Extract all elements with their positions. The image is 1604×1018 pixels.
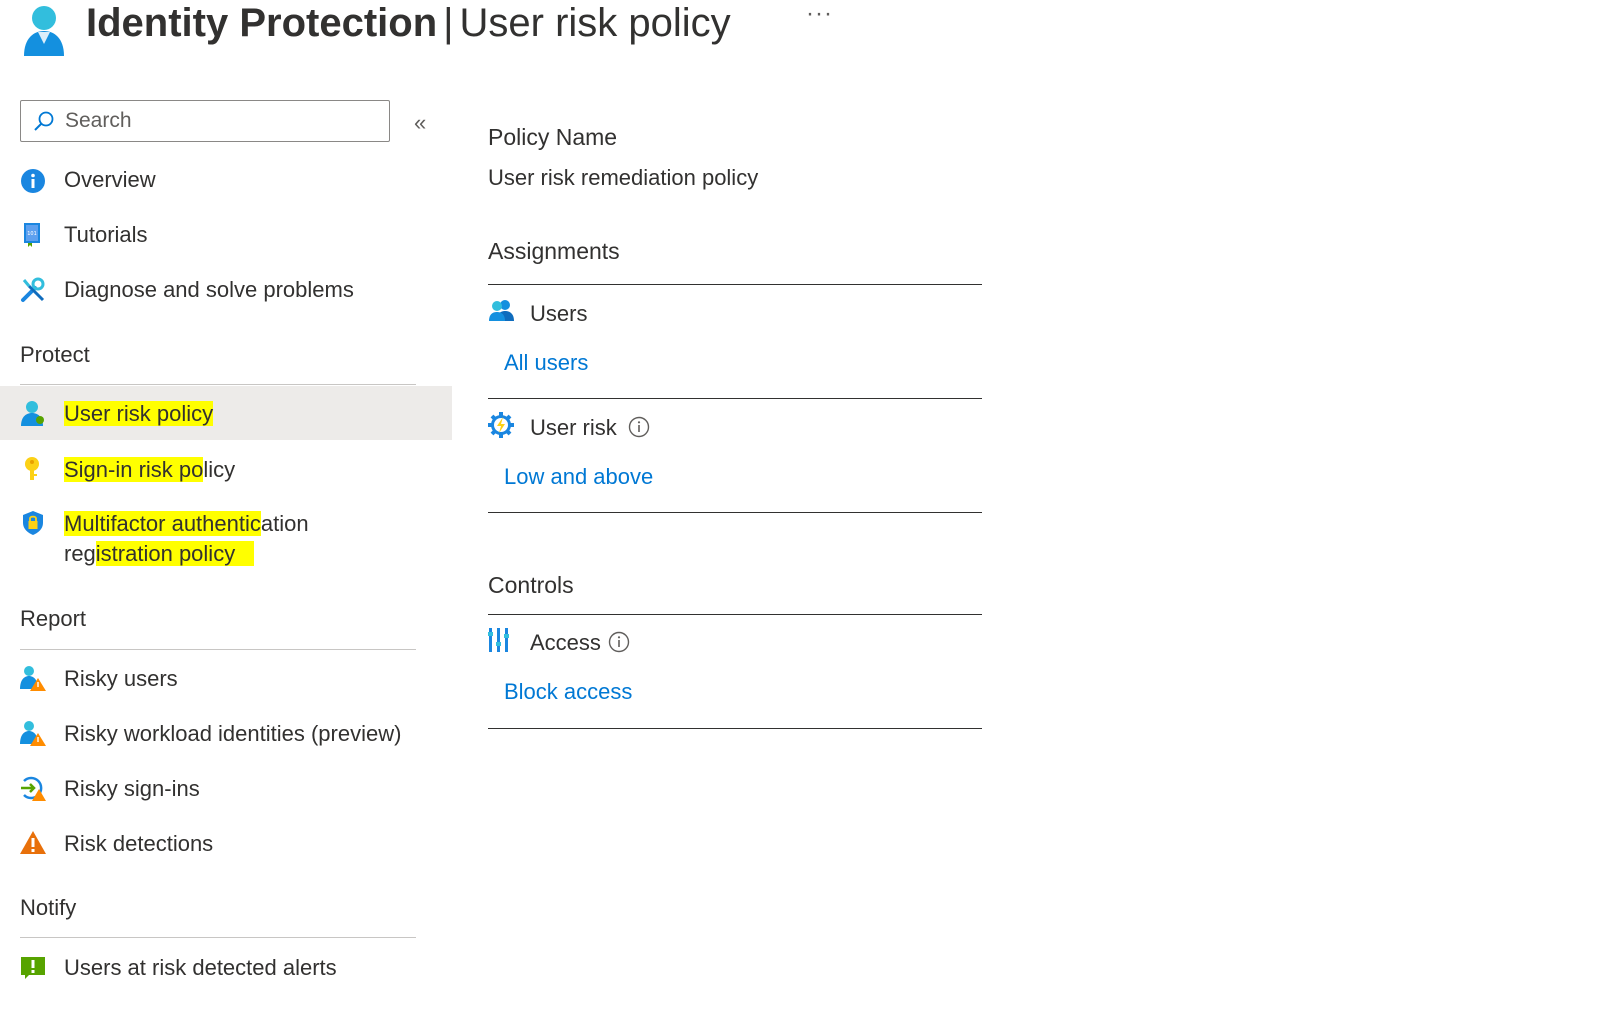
sidebar-item-risky-signins[interactable]: Risky sign-ins <box>0 773 452 807</box>
shield-lock-icon <box>23 511 43 535</box>
sidebar-item-risky-users[interactable]: Risky users <box>0 663 452 697</box>
sidebar-item-label: Risk detections <box>64 831 214 856</box>
sidebar-item-overview[interactable]: Overview <box>0 164 452 198</box>
page-title: Identity Protection | User risk policy <box>86 0 731 46</box>
assignments-heading: Assignments <box>488 238 620 264</box>
section-divider <box>20 937 416 938</box>
user-risk-icon <box>488 412 514 438</box>
alert-icon <box>21 957 45 979</box>
warning-icon <box>20 831 46 854</box>
users-icon <box>489 300 514 321</box>
users-divider <box>488 398 982 399</box>
identity-protection-icon <box>24 6 64 56</box>
section-heading-notify: Notify <box>20 895 77 920</box>
assignments-divider <box>488 284 982 285</box>
sidebar-item-risky-workload-identities[interactable]: Risky workload identities (preview) <box>0 718 452 752</box>
sidebar-item-label: Sign-in risk policy <box>64 457 236 482</box>
user-icon <box>21 401 44 426</box>
sidebar-item-label: Overview <box>64 167 156 192</box>
access-divider <box>488 728 982 729</box>
controls-heading: Controls <box>488 572 574 598</box>
book-icon: 101 <box>24 223 40 247</box>
wrench-icon <box>21 277 45 302</box>
user-risk-value-link[interactable]: Low and above <box>504 464 653 490</box>
section-divider <box>20 384 416 385</box>
key-icon <box>25 457 39 480</box>
svg-text:101: 101 <box>27 231 37 237</box>
risky-user-icon <box>20 666 46 691</box>
user-risk-label: User risk <box>530 415 617 440</box>
sidebar-item-label: Risky workload identities (preview) <box>64 721 402 746</box>
access-info-icon[interactable] <box>608 631 630 653</box>
controls-divider <box>488 614 982 615</box>
access-label: Access <box>530 630 601 655</box>
sidebar-item-signin-risk-policy[interactable]: Sign-in risk policy <box>0 454 452 488</box>
sidebar-item-label: Tutorials <box>64 222 148 247</box>
title-page: User risk policy <box>459 1 731 45</box>
search-box[interactable] <box>20 100 390 142</box>
sidebar-item-diagnose[interactable]: Diagnose and solve problems <box>0 274 452 308</box>
access-controls-icon <box>488 628 509 652</box>
sidebar-item-user-risk-policy[interactable]: User risk policy <box>0 386 452 440</box>
search-input[interactable] <box>65 109 365 133</box>
section-heading-protect: Protect <box>20 342 90 367</box>
sidebar-item-users-at-risk-alerts[interactable]: Users at risk detected alerts <box>0 952 452 986</box>
sidebar-item-label: Risky sign-ins <box>64 776 200 801</box>
sidebar-item-tutorials[interactable]: 101 Tutorials <box>0 219 452 253</box>
users-label: Users <box>530 301 588 326</box>
search-icon <box>34 111 54 131</box>
more-options-button[interactable]: ··· <box>806 0 833 28</box>
sidebar-item-mfa-registration-policy[interactable]: Multifactor authentication registration … <box>0 508 452 572</box>
info-icon <box>21 169 45 193</box>
sidebar-item-label: Diagnose and solve problems <box>64 277 354 302</box>
section-divider <box>20 649 416 650</box>
sidebar-item-label: User risk policy <box>64 401 214 426</box>
section-heading-report: Report <box>20 606 87 631</box>
sidebar-item-label: Risky users <box>64 666 178 691</box>
title-service: Identity Protection <box>86 1 438 45</box>
title-separator: | <box>443 1 454 45</box>
sidebar-item-label-line2: registration policy <box>64 541 254 566</box>
sidebar: « Overview 101 Tutorials <box>0 100 452 1018</box>
policy-name-value: User risk remediation policy <box>488 165 759 190</box>
collapse-sidebar-button[interactable]: « <box>414 110 426 136</box>
page-header: Identity Protection | User risk policy <box>20 0 731 58</box>
users-value-link[interactable]: All users <box>504 350 588 376</box>
sidebar-item-risk-detections[interactable]: Risk detections <box>0 828 452 862</box>
access-value-link[interactable]: Block access <box>504 679 632 705</box>
page: Identity Protection | User risk policy ···… <box>0 0 1604 1018</box>
risky-signin-icon <box>21 776 46 801</box>
policy-name-label: Policy Name <box>488 124 618 150</box>
sidebar-item-label: Multifactor authentication <box>64 511 309 536</box>
risky-workload-icon <box>20 721 46 746</box>
user-risk-info-icon[interactable] <box>628 416 650 438</box>
sidebar-item-label: Users at risk detected alerts <box>64 955 337 980</box>
user-risk-divider <box>488 512 982 513</box>
